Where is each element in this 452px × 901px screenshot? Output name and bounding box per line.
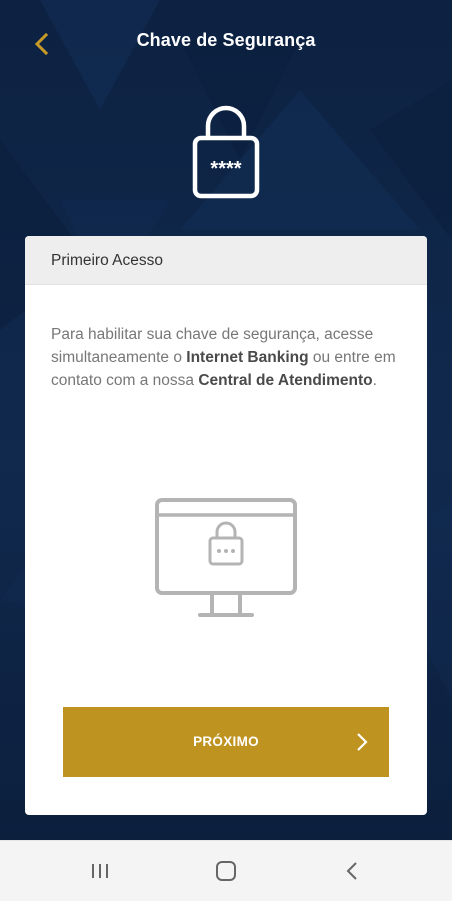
card-header-title: Primeiro Acesso: [51, 252, 163, 269]
monitor-lock-icon: [155, 498, 297, 617]
app-header: Chave de Segurança: [0, 0, 452, 86]
app-screen: Chave de Segurança **** Primeiro Acesso …: [0, 0, 452, 840]
lock-masked-text: ****: [210, 158, 241, 180]
card-header: Primeiro Acesso: [25, 236, 427, 285]
message-text-3: .: [372, 372, 377, 389]
recents-button[interactable]: [82, 855, 118, 887]
chevron-right-icon: [357, 733, 368, 751]
lock-icon: ****: [192, 105, 260, 199]
system-back-button[interactable]: [334, 855, 370, 887]
next-button[interactable]: PRÓXIMO: [63, 707, 389, 777]
instruction-message: Para habilitar sua chave de segurança, a…: [51, 323, 411, 392]
central-atendimento-text: Central de Atendimento: [198, 372, 373, 389]
home-icon: [216, 861, 236, 881]
first-access-card: Primeiro Acesso Para habilitar sua chave…: [25, 236, 427, 815]
home-button[interactable]: [208, 855, 244, 887]
internet-banking-text: Internet Banking: [186, 349, 309, 366]
system-navigation-bar: [0, 840, 452, 901]
back-icon: [346, 862, 357, 880]
next-button-label: PRÓXIMO: [193, 734, 259, 749]
recents-icon: [92, 864, 108, 878]
page-title: Chave de Segurança: [136, 30, 316, 50]
